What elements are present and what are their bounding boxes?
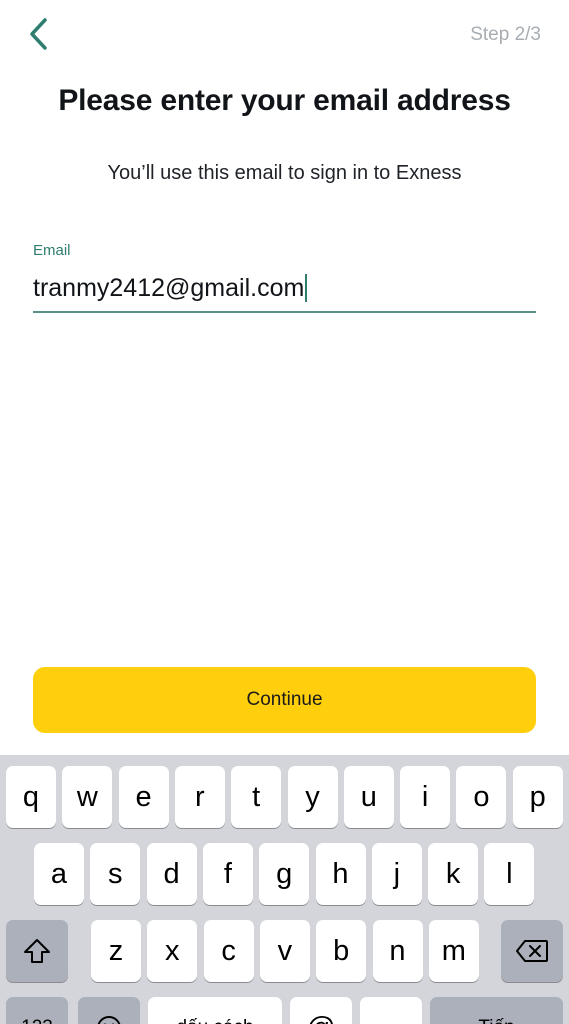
key-r[interactable]: r bbox=[174, 766, 225, 828]
key-a[interactable]: a bbox=[34, 843, 84, 905]
key-p[interactable]: p bbox=[512, 766, 563, 828]
shift-arrow-icon bbox=[24, 939, 50, 963]
period-key[interactable] bbox=[360, 997, 422, 1024]
key-n[interactable]: n bbox=[372, 920, 423, 982]
key-j[interactable]: j bbox=[371, 843, 422, 905]
numbers-key[interactable]: 123 bbox=[6, 997, 68, 1024]
key-v[interactable]: v bbox=[259, 920, 310, 982]
page-title: Please enter your email address bbox=[58, 84, 511, 117]
key-o[interactable]: o bbox=[456, 766, 507, 828]
key-b[interactable]: b bbox=[316, 920, 367, 982]
email-input[interactable]: tranmy2412@gmail.com bbox=[33, 266, 536, 310]
key-y[interactable]: y bbox=[287, 766, 338, 828]
at-key[interactable]: @ bbox=[290, 997, 352, 1024]
emoji-icon bbox=[97, 1016, 121, 1024]
key-h[interactable]: h bbox=[315, 843, 366, 905]
key-z[interactable]: z bbox=[91, 920, 141, 982]
key-m[interactable]: m bbox=[428, 920, 479, 982]
email-signup-screen: Step 2/3 Please enter your email address… bbox=[0, 0, 569, 1024]
step-indicator: Step 2/3 bbox=[470, 24, 541, 45]
backspace-icon bbox=[516, 940, 548, 962]
key-t[interactable]: t bbox=[231, 766, 282, 828]
key-g[interactable]: g bbox=[259, 843, 310, 905]
key-q[interactable]: q bbox=[6, 766, 56, 828]
key-c[interactable]: c bbox=[203, 920, 254, 982]
page-subtitle: You’ll use this email to sign in to Exne… bbox=[107, 162, 462, 184]
key-f[interactable]: f bbox=[202, 843, 253, 905]
chevron-left-icon bbox=[30, 18, 47, 50]
return-key[interactable]: Tiếp bbox=[430, 997, 563, 1024]
email-input-value: tranmy2412@gmail.com bbox=[33, 273, 305, 302]
backspace-key[interactable] bbox=[501, 920, 563, 982]
key-u[interactable]: u bbox=[343, 766, 394, 828]
continue-button[interactable]: Continue bbox=[33, 667, 536, 733]
emoji-key[interactable] bbox=[78, 997, 140, 1024]
key-e[interactable]: e bbox=[118, 766, 169, 828]
back-button[interactable] bbox=[20, 14, 56, 54]
shift-key[interactable] bbox=[6, 920, 68, 982]
key-x[interactable]: x bbox=[147, 920, 198, 982]
on-screen-keyboard: qwertyuiop asdfghjkl zxcvbnm 123 dấu c bbox=[0, 755, 569, 1024]
email-field-underline bbox=[33, 311, 536, 313]
key-i[interactable]: i bbox=[400, 766, 451, 828]
key-s[interactable]: s bbox=[90, 843, 141, 905]
key-d[interactable]: d bbox=[146, 843, 197, 905]
email-field-label: Email bbox=[33, 242, 71, 259]
text-caret bbox=[305, 274, 308, 302]
key-w[interactable]: w bbox=[62, 766, 113, 828]
key-l[interactable]: l bbox=[484, 843, 535, 905]
space-key[interactable]: dấu cách bbox=[148, 997, 282, 1024]
email-field: Email tranmy2412@gmail.com bbox=[33, 242, 536, 314]
key-k[interactable]: k bbox=[428, 843, 479, 905]
